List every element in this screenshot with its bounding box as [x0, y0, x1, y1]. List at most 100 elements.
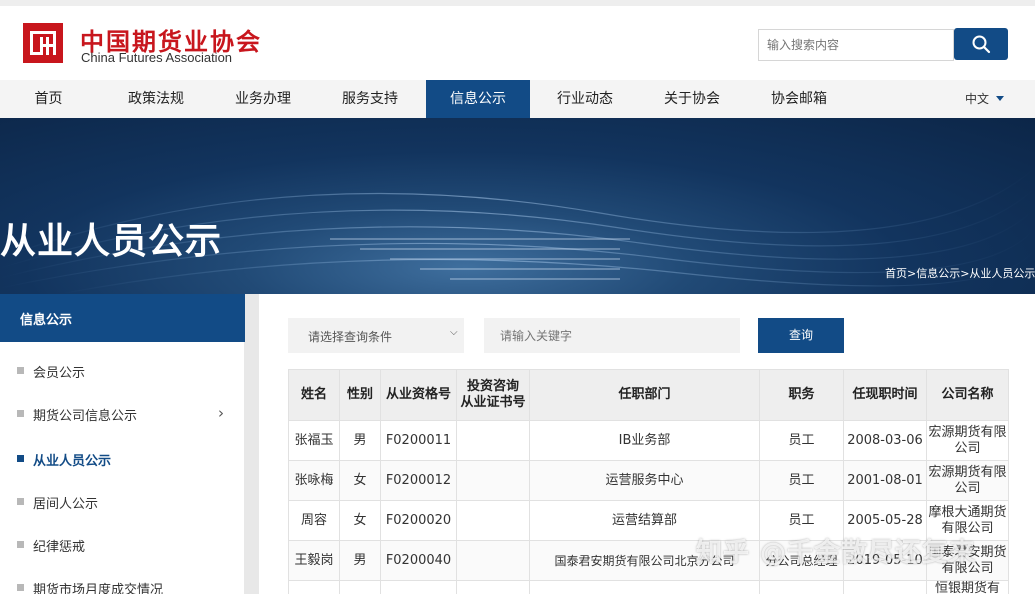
bullet-icon [17, 498, 24, 505]
nav-mailbox[interactable]: 协会邮箱 [747, 80, 851, 118]
site-header: 中国期货业协会 China Futures Association [0, 6, 1035, 80]
caret-down-icon[interactable] [996, 96, 1004, 101]
page-title: 从业人员公示 [0, 221, 223, 262]
table-row[interactable]: 张福玉 男 F0200011 IB业务部 员工 2008-03-06 宏源期货有… [288, 420, 1009, 461]
bullet-icon [17, 584, 24, 591]
table-row[interactable]: 张咏梅 女 F0200012 运营服务中心 员工 2001-08-01 宏源期货… [288, 460, 1009, 501]
cell-name [288, 580, 340, 594]
zhihu-watermark: 知乎 @千金散尽还复来 [696, 538, 977, 568]
cell-name: 张福玉 [288, 420, 340, 461]
search-icon [972, 35, 991, 54]
nav-business[interactable]: 业务办理 [211, 80, 315, 118]
bullet-icon [17, 455, 24, 462]
cell-start-date: 2008-03-06 [843, 420, 927, 461]
cfa-logo-icon[interactable] [23, 23, 63, 63]
sidebar-item-label: 纪律惩戒 [33, 540, 86, 555]
cell-position: 员工 [759, 420, 844, 461]
col-header-start-date: 任现职时间 [843, 369, 927, 421]
query-condition-select[interactable]: 请选择查询条件 ⌵ [288, 318, 464, 353]
col-header-name: 姓名 [288, 369, 340, 421]
cell-qual-no: F0200020 [380, 500, 457, 541]
site-search-input[interactable] [758, 29, 954, 61]
nav-home[interactable]: 首页 [0, 80, 97, 118]
cell-invest-cert [456, 500, 530, 541]
sidebar-item-label: 居间人公示 [33, 497, 99, 512]
col-header-department: 任职部门 [529, 369, 760, 421]
chevron-right-icon[interactable]: › [218, 404, 224, 422]
col-header-position: 职务 [759, 369, 844, 421]
sidebar-item-futures-companies[interactable]: 期货公司信息公示 › [0, 399, 244, 429]
sidebar-item-practitioners[interactable]: 从业人员公示 [0, 444, 244, 474]
sidebar-item-label: 期货公司信息公示 [33, 409, 138, 424]
sidebar-title: 信息公示 [20, 313, 73, 328]
nav-industry-news[interactable]: 行业动态 [533, 80, 637, 118]
company-line1: 摩根大通期货 [928, 504, 1007, 520]
cell-gender: 男 [339, 420, 381, 461]
col-header-qual-no: 从业资格号 [380, 369, 457, 421]
sidebar-item-label: 期货市场月度成交情况 [33, 583, 164, 594]
cell-company: 宏源期货有限 公司 [926, 460, 1009, 501]
col-header-invest-cert-line1: 投资咨询 [466, 379, 519, 394]
query-button[interactable]: 查询 [758, 318, 844, 353]
chevron-down-icon: ⌵ [450, 327, 458, 338]
table-row[interactable]: 恒银期货有 [288, 580, 1009, 594]
cell-name: 张咏梅 [288, 460, 340, 501]
cell-position: 员工 [759, 460, 844, 501]
table-header-row: 姓名 性别 从业资格号 投资咨询 从业证书号 任职部门 职务 任现职时间 公司名… [288, 369, 1009, 421]
cell-name: 周容 [288, 500, 340, 541]
cell-start-date [843, 580, 927, 594]
sidebar-item-brokers[interactable]: 居间人公示 [0, 487, 244, 517]
keyword-input[interactable] [484, 318, 740, 353]
cell-qual-no: F0200011 [380, 420, 457, 461]
company-line2: 公司 [954, 480, 981, 496]
sidebar-item-label: 会员公示 [33, 366, 86, 381]
cell-gender [339, 580, 381, 594]
cell-qual-no [380, 580, 457, 594]
cell-department [529, 580, 760, 594]
cell-qual-no: F0200040 [380, 540, 457, 581]
nav-disclosure[interactable]: 信息公示 [426, 80, 530, 118]
cell-position [759, 580, 844, 594]
cell-invest-cert [456, 540, 530, 581]
sidebar-item-label: 从业人员公示 [33, 454, 112, 469]
cell-name: 王毅岗 [288, 540, 340, 581]
cell-start-date: 2001-08-01 [843, 460, 927, 501]
page-banner: 从业人员公示 首页>信息公示>从业人员公示 [0, 118, 1035, 294]
cell-company: 恒银期货有 [926, 580, 1009, 594]
select-placeholder: 请选择查询条件 [308, 330, 393, 344]
cell-invest-cert [456, 420, 530, 461]
company-line1: 宏源期货有限 [928, 464, 1007, 480]
col-header-gender: 性别 [339, 369, 381, 421]
site-name-en: China Futures Association [81, 50, 233, 65]
cell-qual-no: F0200012 [380, 460, 457, 501]
sidebar-item-discipline[interactable]: 纪律惩戒 [0, 530, 244, 560]
company-line2: 公司 [954, 440, 981, 456]
cell-gender: 女 [339, 460, 381, 501]
bullet-icon [17, 410, 24, 417]
main-nav: 首页 政策法规 业务办理 服务支持 信息公示 行业动态 关于协会 协会邮箱 中文 [0, 80, 1035, 118]
nav-policy[interactable]: 政策法规 [104, 80, 208, 118]
nav-about[interactable]: 关于协会 [640, 80, 744, 118]
col-header-invest-cert: 投资咨询 从业证书号 [456, 369, 530, 421]
cell-invest-cert [456, 460, 530, 501]
bullet-icon [17, 367, 24, 374]
company-line1: 恒银期货有 [934, 581, 1000, 594]
cell-company: 宏源期货有限 公司 [926, 420, 1009, 461]
cell-gender: 女 [339, 500, 381, 541]
sidebar-header: 信息公示 [0, 294, 245, 342]
banner-data-stream-image [0, 167, 1035, 294]
sidebar-item-members[interactable]: 会员公示 [0, 356, 244, 386]
cell-department: IB业务部 [529, 420, 760, 461]
sidebar-menu: 会员公示 期货公司信息公示 › 从业人员公示 居间人公示 纪律惩戒 期货市场月度… [0, 342, 244, 594]
bullet-icon [17, 541, 24, 548]
search-button[interactable] [954, 28, 1008, 60]
cell-department: 运营服务中心 [529, 460, 760, 501]
language-switch[interactable]: 中文 [965, 80, 989, 118]
company-line1: 宏源期货有限 [928, 424, 1007, 440]
sidebar-item-monthly-volume[interactable]: 期货市场月度成交情况 [0, 573, 244, 594]
nav-service[interactable]: 服务支持 [318, 80, 422, 118]
cell-invest-cert [456, 580, 530, 594]
col-header-company: 公司名称 [926, 369, 1009, 421]
col-header-invest-cert-line2: 从业证书号 [460, 395, 526, 410]
breadcrumb[interactable]: 首页>信息公示>从业人员公示 [885, 265, 1035, 281]
